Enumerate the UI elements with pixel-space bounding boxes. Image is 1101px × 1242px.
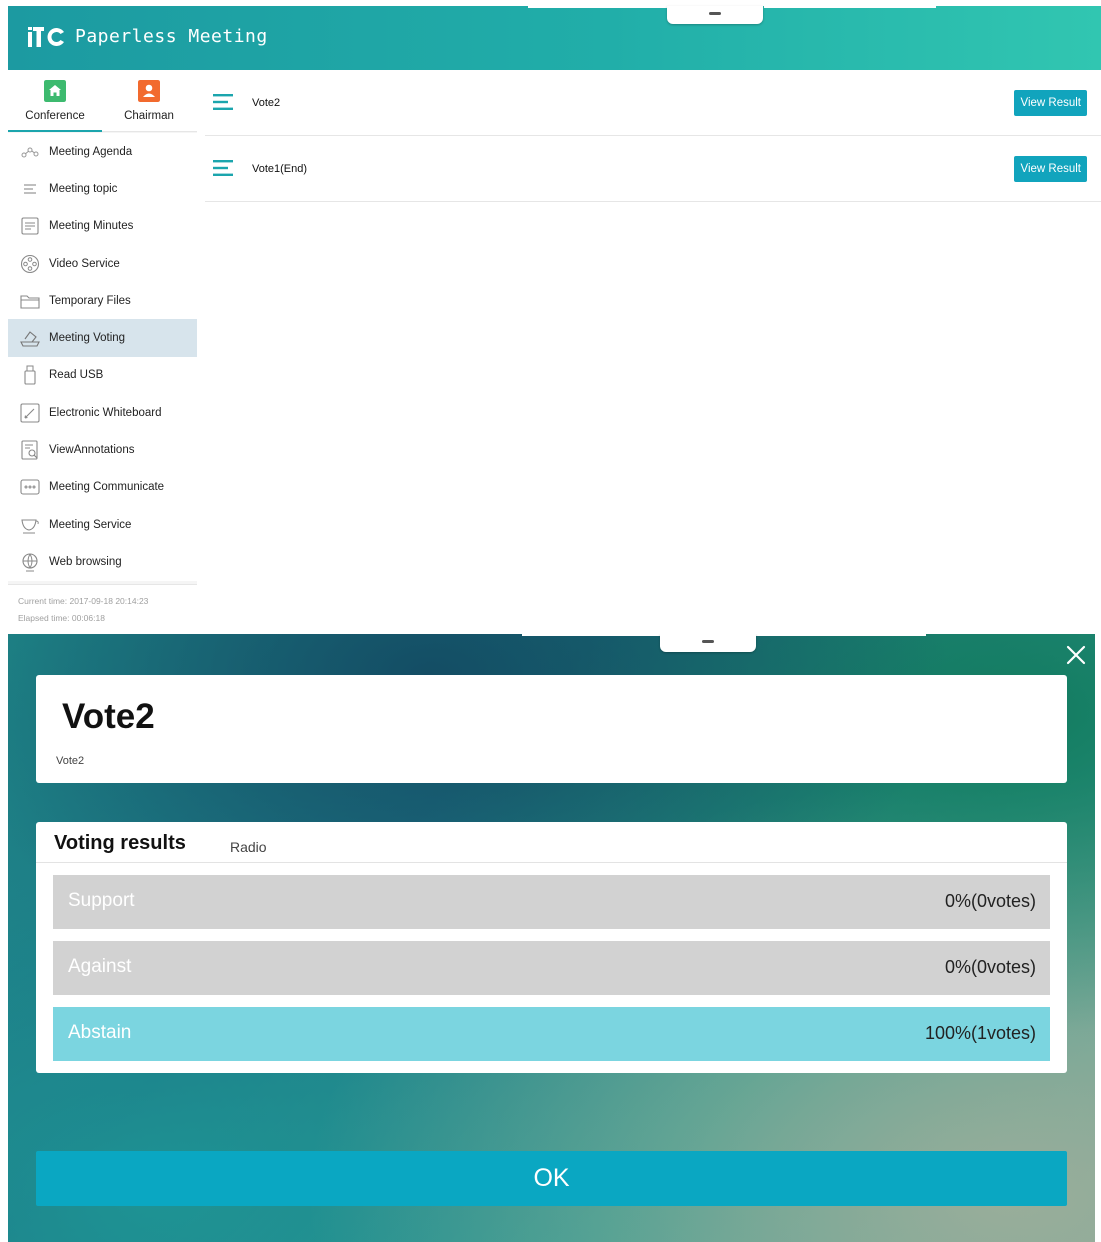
top-divider-left: [528, 6, 668, 8]
chat-bubble-icon: [19, 476, 41, 498]
pull-down-handle[interactable]: [667, 6, 763, 24]
sidebar-item-label: Read USB: [49, 369, 104, 382]
result-bar-abstain: Abstain 100%(1votes): [53, 1007, 1050, 1061]
sidebar-item-temporary-files[interactable]: Temporary Files: [8, 282, 197, 320]
close-icon[interactable]: [1065, 644, 1087, 666]
sidebar-item-label: Meeting Voting: [49, 332, 126, 345]
result-value: 0%(0votes): [944, 957, 1036, 977]
current-time: Current time: 2017-09-18 20:14:23: [18, 596, 149, 606]
tab-chairman-label: Chairman: [124, 110, 174, 122]
vote-result-dialog: Vote2 Vote2 Voting results Radio Support…: [8, 634, 1095, 1242]
sidebar-item-label: Meeting Service: [49, 518, 132, 531]
vote-title: Vote2: [62, 697, 155, 736]
result-option: Abstain: [68, 1022, 132, 1043]
usb-icon: [19, 364, 41, 386]
result-option: Support: [68, 890, 135, 911]
tab-conference[interactable]: Conference: [8, 70, 102, 132]
result-fill: [53, 1007, 1050, 1061]
result-option: Against: [68, 956, 132, 977]
sidebar-item-label: Meeting Communicate: [49, 481, 165, 494]
top-divider-left: [522, 634, 662, 636]
paperless-meeting-window: Paperless Meeting Conference Chairman Me…: [8, 6, 1101, 626]
result-value: 100%(1votes): [924, 1023, 1036, 1043]
sidebar-item-view-annotations[interactable]: ViewAnnotations: [8, 431, 197, 469]
results-header: Voting results Radio: [36, 822, 1067, 863]
view-result-button[interactable]: View Result: [1014, 90, 1087, 116]
voting-results-card: Voting results Radio Support 0%(0votes) …: [36, 822, 1067, 1073]
topic-list-icon: [19, 178, 41, 200]
sidebar-item-meeting-agenda[interactable]: Meeting Agenda: [8, 133, 197, 171]
sidebar-tabs: Conference Chairman: [8, 70, 197, 132]
sidebar-item-video-service[interactable]: Video Service: [8, 244, 197, 283]
sidebar-item-label: Video Service: [49, 257, 120, 270]
list-lines-icon: [213, 160, 233, 176]
top-divider-right: [756, 634, 926, 636]
elapsed-time: Elapsed time: 00:06:18: [18, 613, 105, 623]
ballot-box-icon: [19, 327, 41, 349]
sidebar-item-label: Electronic Whiteboard: [49, 406, 162, 419]
sidebar-item-label: Temporary Files: [49, 294, 131, 307]
sidebar-item-label: Meeting topic: [49, 182, 118, 195]
sidebar-item-label: Web browsing: [49, 555, 122, 568]
itc-logo-icon: [28, 27, 64, 47]
vote-name: Vote2: [252, 97, 281, 109]
pencil-icon: [19, 402, 41, 424]
person-icon: [138, 80, 160, 102]
result-bar-support: Support 0%(0votes): [53, 875, 1050, 929]
home-icon: [44, 80, 66, 102]
globe-icon: [19, 551, 41, 573]
tab-conference-label: Conference: [25, 110, 85, 122]
sidebar-item-meeting-service[interactable]: Meeting Service: [8, 505, 197, 544]
sidebar-item-label: Meeting Agenda: [49, 145, 133, 158]
agenda-icon: [19, 141, 41, 163]
list-item: Vote2 View Result: [205, 70, 1101, 136]
list-lines-icon: [213, 94, 233, 110]
tab-chairman[interactable]: Chairman: [102, 70, 196, 132]
sidebar-menu: Meeting Agenda Meeting topic Meeting Min…: [8, 133, 197, 581]
ok-button[interactable]: OK: [36, 1151, 1067, 1206]
sidebar-item-label: ViewAnnotations: [49, 444, 135, 457]
vote-type: Radio: [230, 839, 267, 855]
sidebar-item-meeting-communicate[interactable]: Meeting Communicate: [8, 468, 197, 506]
result-bar-against: Against 0%(0votes): [53, 941, 1050, 995]
vote-info-card: Vote2 Vote2: [36, 675, 1067, 783]
document-search-icon: [19, 439, 41, 461]
sidebar-item-web-browsing[interactable]: Web browsing: [8, 543, 197, 581]
vote-list: Vote2 View Result Vote1(End) View Result: [205, 70, 1101, 202]
vote-name: Vote1(End): [252, 163, 308, 175]
film-reel-icon: [19, 253, 41, 275]
sidebar: Conference Chairman Meeting Agenda Meeti…: [8, 70, 197, 626]
top-divider-right: [764, 6, 936, 8]
sidebar-item-electronic-whiteboard[interactable]: Electronic Whiteboard: [8, 394, 197, 432]
sidebar-item-meeting-topic[interactable]: Meeting topic: [8, 170, 197, 208]
cup-icon: [19, 514, 41, 536]
app-title: Paperless Meeting: [75, 26, 268, 47]
results-title: Voting results: [54, 832, 186, 854]
folder-icon: [19, 290, 41, 312]
sidebar-item-read-usb[interactable]: Read USB: [8, 356, 197, 395]
status-panel: Current time: 2017-09-18 20:14:23 Elapse…: [8, 584, 197, 626]
view-result-button[interactable]: View Result: [1014, 156, 1087, 182]
list-item: Vote1(End) View Result: [205, 136, 1101, 202]
sidebar-item-meeting-minutes[interactable]: Meeting Minutes: [8, 207, 197, 245]
pull-down-handle[interactable]: [660, 634, 756, 652]
sidebar-item-meeting-voting[interactable]: Meeting Voting: [8, 319, 197, 357]
app-header: Paperless Meeting: [8, 6, 1101, 70]
result-value: 0%(0votes): [944, 891, 1036, 911]
vote-description: Vote2: [56, 755, 85, 767]
minutes-icon: [19, 215, 41, 237]
sidebar-item-label: Meeting Minutes: [49, 220, 134, 233]
